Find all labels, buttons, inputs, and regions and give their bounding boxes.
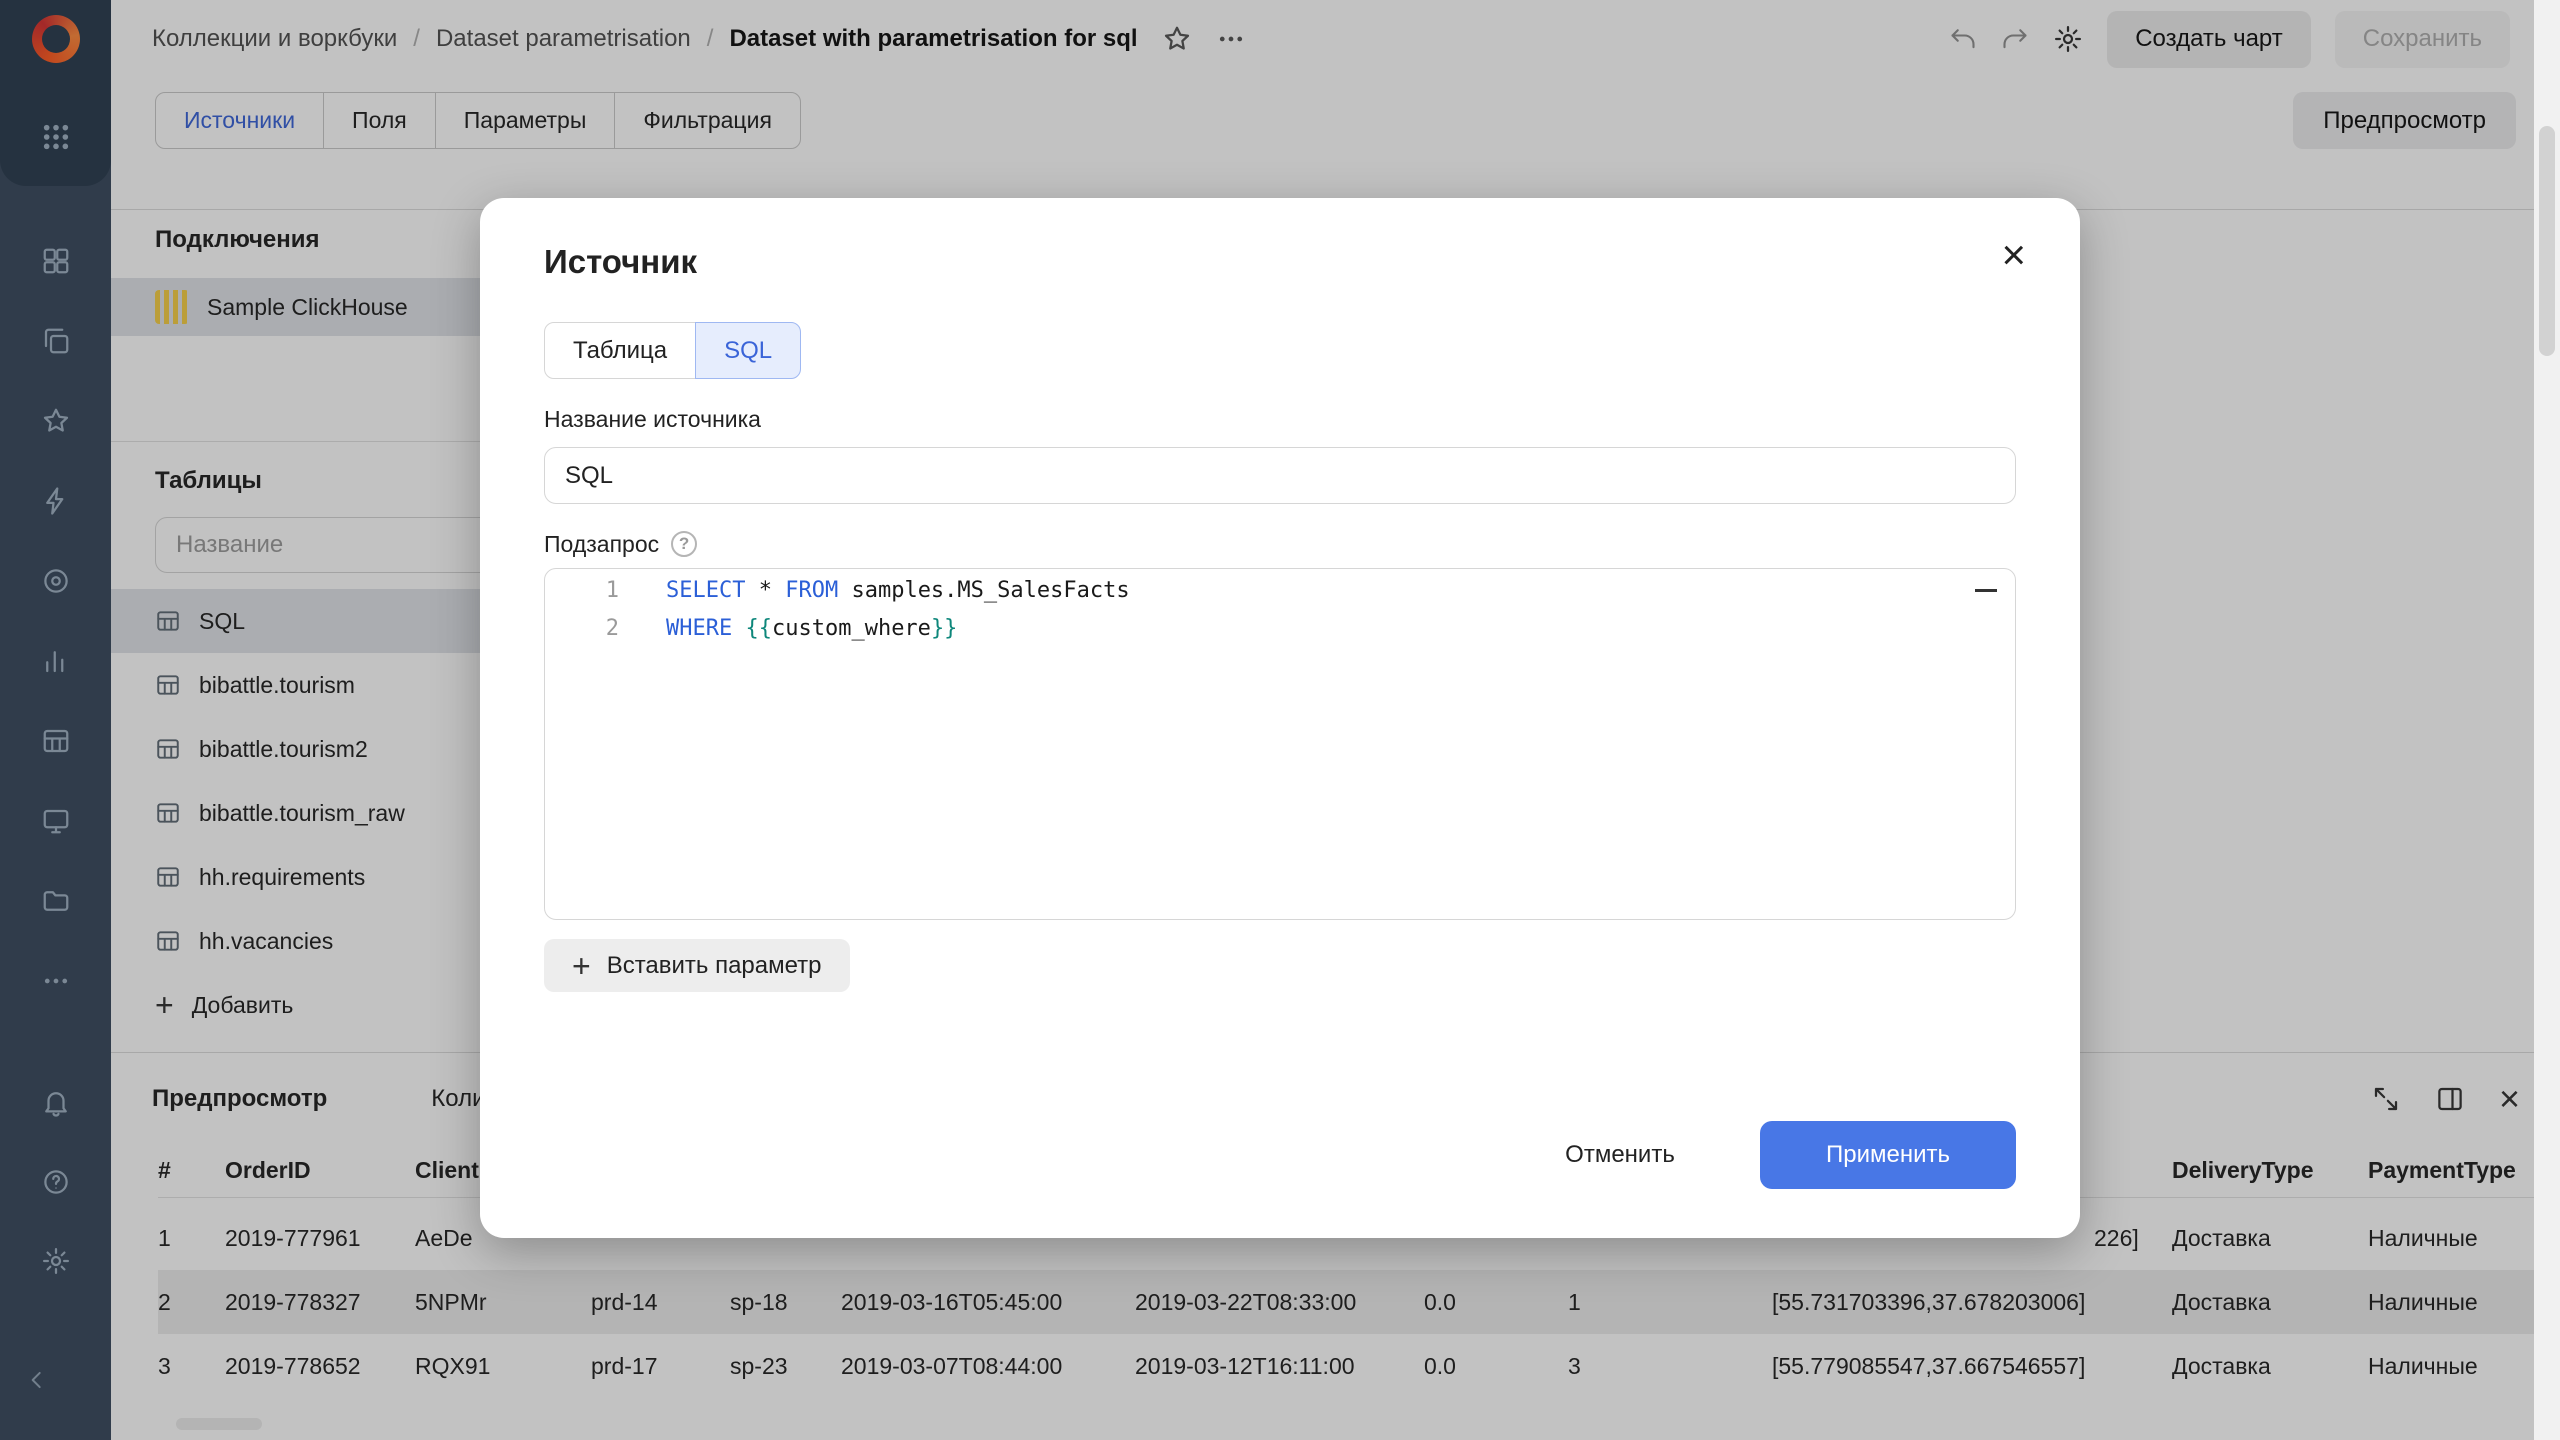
source-type-tab-sql[interactable]: SQL bbox=[695, 322, 801, 379]
modal-footer: Отменить Применить bbox=[1540, 1121, 2016, 1189]
source-modal: × Источник ТаблицаSQL Название источника… bbox=[480, 198, 2080, 1238]
source-name-label: Название источника bbox=[544, 405, 2016, 433]
source-type-tabs: ТаблицаSQL bbox=[544, 322, 801, 379]
help-icon[interactable]: ? bbox=[671, 531, 697, 557]
sql-editor[interactable]: 1SELECT * FROM samples.MS_SalesFacts2WHE… bbox=[544, 568, 2016, 920]
sql-editor-lines: 1SELECT * FROM samples.MS_SalesFacts2WHE… bbox=[545, 572, 2015, 648]
insert-parameter-button[interactable]: + Вставить параметр bbox=[544, 939, 850, 992]
insert-parameter-label: Вставить параметр bbox=[607, 952, 822, 980]
code-line: 2WHERE {{custom_where}} bbox=[545, 610, 2015, 648]
modal-title: Источник bbox=[544, 242, 2016, 282]
app: Коллекции и воркбуки/Dataset parametrisa… bbox=[0, 0, 2560, 1440]
source-type-tab-table[interactable]: Таблица bbox=[544, 322, 696, 379]
plus-icon: + bbox=[572, 950, 591, 982]
line-number: 2 bbox=[545, 610, 619, 648]
close-modal-icon[interactable]: × bbox=[2001, 234, 2026, 276]
apply-button[interactable]: Применить bbox=[1760, 1121, 2016, 1189]
cancel-button[interactable]: Отменить bbox=[1540, 1121, 1700, 1189]
line-number: 1 bbox=[545, 572, 619, 610]
code-text: SELECT * FROM samples.MS_SalesFacts bbox=[619, 572, 1130, 610]
code-text: WHERE {{custom_where}} bbox=[619, 610, 957, 648]
fold-minus-icon[interactable] bbox=[1975, 589, 1997, 592]
subquery-label-row: Подзапрос ? bbox=[544, 530, 2016, 558]
code-line: 1SELECT * FROM samples.MS_SalesFacts bbox=[545, 572, 2015, 610]
vertical-scrollbar[interactable] bbox=[2534, 0, 2560, 1440]
source-name-input[interactable] bbox=[544, 447, 2016, 504]
vertical-scrollbar-thumb[interactable] bbox=[2539, 126, 2555, 356]
subquery-label: Подзапрос bbox=[544, 531, 659, 558]
